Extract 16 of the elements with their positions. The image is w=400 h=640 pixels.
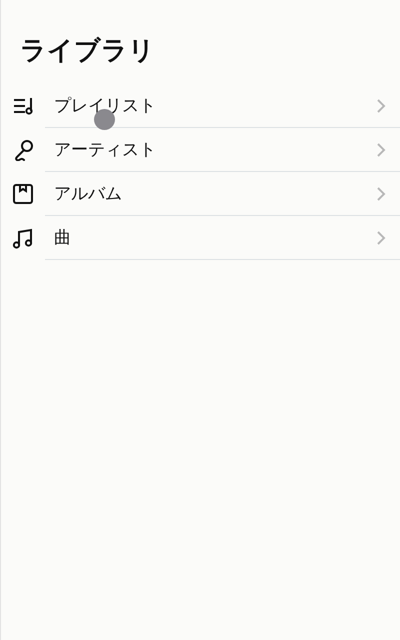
item-label: 曲 [54,227,71,249]
item-label: アーティスト [54,139,156,161]
library-item[interactable]: アーティスト [1,128,400,172]
chevron-icon [376,230,386,246]
item-label: プレイリスト [54,95,156,117]
album-icon [12,183,34,205]
playlist-icon [12,95,34,117]
chevron-icon [376,186,386,202]
chevron-icon [376,98,386,114]
chevron-icon [376,142,386,158]
microphone-icon [12,139,34,161]
item-label: アルバム [54,183,122,205]
library-item[interactable]: 曲 [1,216,400,260]
music-note-icon [12,227,34,249]
library-item[interactable]: アルバム [1,172,400,216]
page-title: ライブラリ [19,35,156,68]
